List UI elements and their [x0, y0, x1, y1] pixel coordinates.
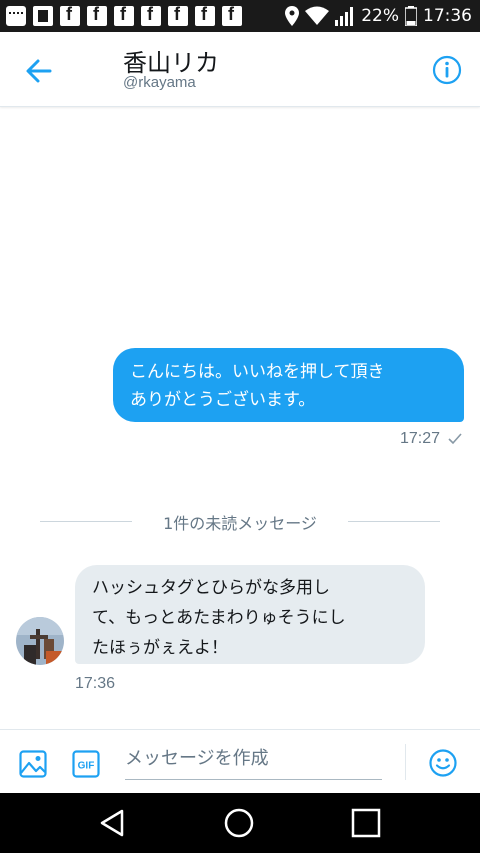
checkmark-icon — [448, 433, 462, 445]
avatar[interactable] — [16, 617, 64, 665]
emoji-icon[interactable] — [429, 749, 457, 777]
battery-icon — [405, 6, 417, 26]
gif-icon[interactable]: GIF — [72, 750, 100, 778]
avatar-image — [16, 617, 64, 665]
home-nav-icon[interactable] — [223, 807, 255, 839]
contact-card-notification-icon — [33, 6, 53, 26]
image-icon[interactable] — [19, 750, 47, 778]
message-composer: GIF メッセージを作成 — [0, 729, 480, 794]
recents-nav-icon[interactable] — [350, 807, 382, 839]
facebook-notification-icon — [222, 4, 242, 26]
sent-message-time: 17:27 — [399, 430, 440, 447]
notification-icons — [6, 4, 242, 27]
message-input[interactable]: メッセージを作成 — [125, 744, 382, 780]
sent-message-meta: 17:27 — [400, 430, 462, 448]
facebook-notification-icon — [60, 4, 80, 26]
received-message-line: ハッシュタグとひらがな多用し — [92, 578, 330, 598]
sent-message-line: こんにちは。いいねを押して頂き — [130, 362, 385, 382]
facebook-notification-icon — [168, 4, 188, 26]
facebook-notification-icon — [114, 4, 134, 26]
system-indicators: 22% 17:36 — [285, 5, 472, 27]
contact-handle: @rkayama — [123, 74, 196, 91]
info-icon[interactable] — [432, 55, 462, 85]
signal-icon — [335, 7, 354, 26]
facebook-notification-icon — [195, 4, 215, 26]
unread-divider-label: 1件の未読メッセージ — [163, 514, 317, 533]
gif-label: GIF — [78, 761, 95, 772]
unread-divider: 1件の未読メッセージ — [40, 508, 440, 534]
facebook-notification-icon — [141, 4, 161, 26]
sent-message-bubble[interactable]: こんにちは。いいねを押して頂き ありがとうございます。 — [113, 348, 464, 422]
sent-message-line: ありがとうございます。 — [130, 390, 316, 410]
contact-name: 香山リカ — [123, 49, 219, 77]
battery-percent: 22% — [361, 6, 399, 26]
conversation-header: 香山リカ @rkayama — [0, 32, 480, 107]
received-message-line: て、もっとあたまわりゅそうにし — [92, 608, 346, 628]
back-nav-icon[interactable] — [96, 807, 128, 839]
location-icon — [285, 6, 300, 26]
clock: 17:36 — [423, 6, 472, 26]
status-bar: 22% 17:36 — [0, 0, 480, 32]
composer-separator — [405, 744, 406, 780]
message-notification-icon — [6, 6, 26, 26]
received-message-bubble[interactable]: ハッシュタグとひらがな多用し て、もっとあたまわりゅそうにし たほぅがぇえよ！ — [75, 565, 425, 664]
received-message-line: たほぅがぇえよ！ — [92, 638, 228, 658]
back-arrow-icon[interactable] — [24, 56, 54, 86]
received-message-time: 17:36 — [75, 675, 116, 692]
facebook-notification-icon — [87, 4, 107, 26]
system-navigation-bar — [0, 793, 480, 853]
wifi-icon — [305, 6, 330, 25]
